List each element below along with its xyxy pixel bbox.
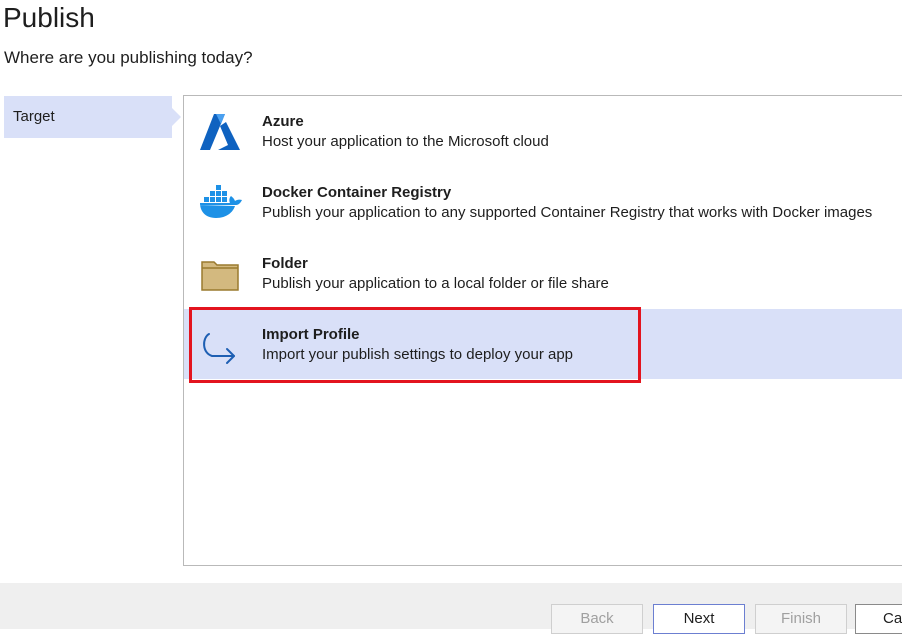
option-import-profile[interactable]: Import Profile Import your publish setti… — [184, 309, 902, 379]
sidebar-item-target[interactable]: Target — [4, 96, 181, 138]
import-arrow-icon — [203, 333, 235, 364]
azure-icon — [200, 114, 240, 150]
sidebar-item-label: Target — [13, 108, 55, 125]
next-button[interactable]: Next — [653, 604, 745, 634]
page-title: Publish — [3, 2, 95, 33]
folder-icon — [201, 261, 239, 291]
option-title: Import Profile — [262, 326, 360, 343]
cancel-button[interactable]: Cancel — [855, 604, 902, 634]
option-title: Folder — [262, 255, 308, 272]
option-description: Host your application to the Microsoft c… — [262, 133, 549, 150]
dialog-footer: Back Next Finish Cancel — [0, 583, 902, 634]
option-description: Publish your application to a local fold… — [262, 275, 609, 292]
option-azure[interactable]: Azure Host your application to the Micro… — [184, 96, 902, 166]
page-subtitle: Where are you publishing today? — [4, 48, 253, 67]
option-folder[interactable]: Folder Publish your application to a loc… — [184, 238, 902, 308]
option-title: Docker Container Registry — [262, 184, 452, 201]
option-description: Publish your application to any supporte… — [262, 204, 873, 221]
target-options-panel: Azure Host your application to the Micro… — [183, 95, 902, 566]
docker-icon — [200, 185, 242, 218]
option-description: Import your publish settings to deploy y… — [262, 346, 574, 363]
option-docker-container-registry[interactable]: Docker Container Registry Publish your a… — [184, 167, 902, 237]
back-button[interactable]: Back — [551, 604, 643, 634]
option-title: Azure — [262, 113, 304, 130]
finish-button[interactable]: Finish — [755, 604, 847, 634]
